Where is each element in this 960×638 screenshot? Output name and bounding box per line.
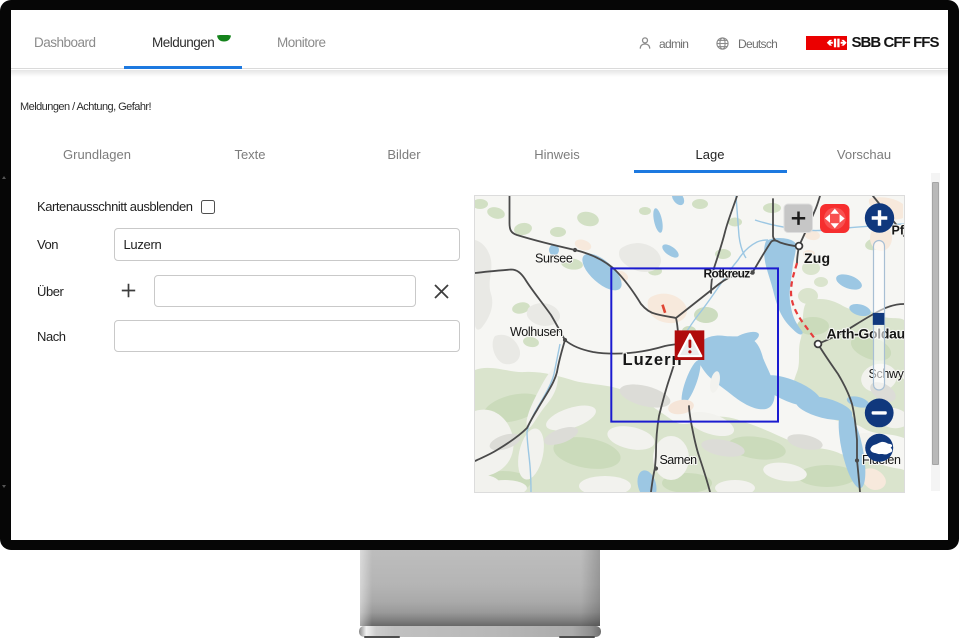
svg-text:Zug: Zug: [804, 250, 830, 266]
svg-text:Luzern: Luzern: [623, 351, 683, 369]
svg-text:Sarnen: Sarnen: [660, 453, 698, 467]
svg-text:Pf: Pf: [892, 224, 905, 238]
svg-text:Wolhusen: Wolhusen: [510, 325, 563, 339]
svg-text:Arth-Goldau: Arth-Goldau: [827, 326, 905, 342]
svg-text:Sursee: Sursee: [535, 252, 573, 266]
